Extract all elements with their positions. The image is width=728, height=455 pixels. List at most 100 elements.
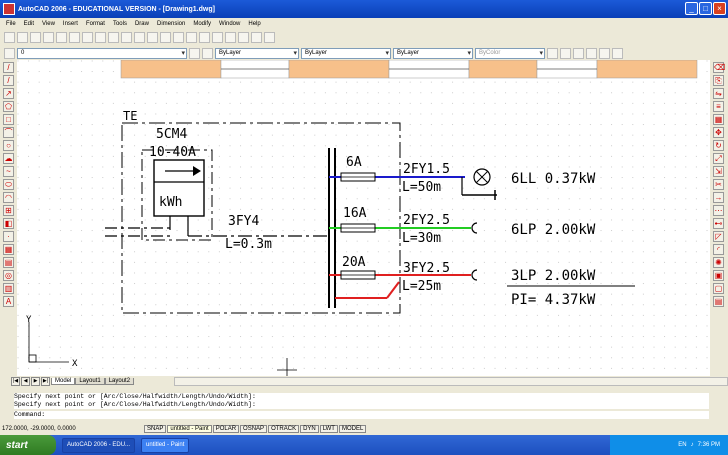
menu-modify[interactable]: Modify: [189, 21, 215, 27]
polyline-icon[interactable]: ↗: [3, 88, 14, 99]
taskbar-item-autocad[interactable]: AutoCAD 2006 - EDU...: [62, 437, 136, 453]
stretch-icon[interactable]: ⇲: [713, 166, 724, 177]
layer-previous-icon[interactable]: [202, 47, 213, 59]
hatch-icon[interactable]: ▦: [3, 244, 14, 255]
layer-tool-icon-1[interactable]: [547, 47, 558, 59]
last-tab-icon[interactable]: ▶|: [41, 377, 50, 386]
spline-icon[interactable]: ~: [3, 166, 14, 177]
horizontal-scrollbar[interactable]: [174, 377, 728, 386]
rectangle-icon[interactable]: □: [3, 114, 14, 125]
join-icon[interactable]: ⊷: [713, 218, 724, 229]
taskbar-item-paint[interactable]: untitled - Paint: [141, 437, 190, 453]
trim-icon[interactable]: ✂: [713, 179, 724, 190]
color-dropdown[interactable]: ByLayer: [215, 47, 299, 59]
calculator-icon[interactable]: [251, 32, 262, 43]
zoom-realtime-icon[interactable]: [173, 32, 184, 43]
ellipse-arc-icon[interactable]: ◠: [3, 192, 14, 203]
menu-tools[interactable]: Tools: [109, 21, 131, 27]
next-tab-icon[interactable]: ▶: [31, 377, 40, 386]
draw-order-icon[interactable]: ▣: [713, 270, 724, 281]
cut-icon[interactable]: [82, 32, 93, 43]
chamfer-icon[interactable]: ◸: [713, 231, 724, 242]
mirror-icon[interactable]: ⇋: [713, 88, 724, 99]
linetype-dropdown[interactable]: ByLayer: [301, 47, 391, 59]
pan-icon[interactable]: [160, 32, 171, 43]
snap-toggle[interactable]: SNAP: [144, 424, 167, 433]
language-indicator[interactable]: EN: [678, 442, 686, 448]
layer-tool-icon-5[interactable]: [599, 47, 610, 59]
region-icon[interactable]: ◎: [3, 270, 14, 281]
menu-insert[interactable]: Insert: [59, 21, 82, 27]
help-icon[interactable]: [264, 32, 275, 43]
layer-tool-icon-4[interactable]: [586, 47, 597, 59]
properties-icon[interactable]: [212, 32, 223, 43]
tool-palettes-icon[interactable]: [238, 32, 249, 43]
table-icon[interactable]: ▥: [3, 283, 14, 294]
rotate-icon[interactable]: ↻: [713, 140, 724, 151]
command-prompt[interactable]: Command:: [14, 411, 709, 419]
osnap-toggle[interactable]: OSNAP: [240, 424, 268, 433]
maximize-button[interactable]: □: [699, 2, 712, 15]
zoom-previous-icon[interactable]: [199, 32, 210, 43]
arc-icon[interactable]: ⌒: [3, 127, 14, 138]
explode-icon[interactable]: ✺: [713, 257, 724, 268]
menu-file[interactable]: File: [2, 21, 20, 27]
layer-dropdown[interactable]: 0: [17, 47, 187, 59]
extend-icon[interactable]: →: [713, 192, 724, 203]
tab-model[interactable]: Model: [51, 378, 76, 385]
polar-toggle[interactable]: POLAR: [212, 424, 240, 433]
layer-tool-icon-6[interactable]: [612, 47, 623, 59]
plotstyle-dropdown[interactable]: ByColor: [475, 47, 545, 59]
preview-icon[interactable]: [56, 32, 67, 43]
paste-icon[interactable]: [108, 32, 119, 43]
menu-edit[interactable]: Edit: [20, 21, 38, 27]
first-tab-icon[interactable]: |◀: [11, 377, 20, 386]
array-icon[interactable]: ▦: [713, 114, 724, 125]
circle-icon[interactable]: ○: [3, 140, 14, 151]
menu-format[interactable]: Format: [82, 21, 109, 27]
publish-icon[interactable]: [69, 32, 80, 43]
drawing-canvas[interactable]: TE 5CM4 10-40A kWh 3FY4 L=0.3m 6A 2FY1.5…: [17, 60, 710, 376]
menu-help[interactable]: Help: [244, 21, 264, 27]
design-center-icon[interactable]: [225, 32, 236, 43]
undo-icon[interactable]: [134, 32, 145, 43]
redo-icon[interactable]: [147, 32, 158, 43]
make-current-icon[interactable]: [189, 47, 200, 59]
plot-icon[interactable]: [43, 32, 54, 43]
match-properties-icon[interactable]: [121, 32, 132, 43]
insert-block-icon[interactable]: ⊞: [3, 205, 14, 216]
save-icon[interactable]: [30, 32, 41, 43]
construction-line-icon[interactable]: /: [3, 75, 14, 86]
layer-manager-icon[interactable]: [4, 47, 15, 59]
inquiry-icon[interactable]: ▢: [713, 283, 724, 294]
line-icon[interactable]: /: [3, 62, 14, 73]
layer-tool-icon-3[interactable]: [573, 47, 584, 59]
copy-icon[interactable]: [95, 32, 106, 43]
open-icon[interactable]: [17, 32, 28, 43]
polygon-icon[interactable]: ⬠: [3, 101, 14, 112]
lineweight-dropdown[interactable]: ByLayer: [393, 47, 473, 59]
viewports-icon[interactable]: ▤: [713, 296, 724, 307]
otrack-toggle[interactable]: OTRACK: [268, 424, 300, 433]
model-toggle[interactable]: MODEL: [338, 424, 367, 433]
menu-view[interactable]: View: [38, 21, 59, 27]
menu-dimension[interactable]: Dimension: [153, 21, 189, 27]
point-icon[interactable]: ·: [3, 231, 14, 242]
fillet-icon[interactable]: ◜: [713, 244, 724, 255]
scale-icon[interactable]: ⤢: [713, 153, 724, 164]
minimize-button[interactable]: _: [685, 2, 698, 15]
ellipse-icon[interactable]: ⬭: [3, 179, 14, 190]
menu-draw[interactable]: Draw: [131, 21, 153, 27]
close-button[interactable]: ×: [713, 2, 726, 15]
zoom-window-icon[interactable]: [186, 32, 197, 43]
tab-layout2[interactable]: Layout2: [104, 378, 135, 385]
start-button[interactable]: start: [0, 435, 56, 455]
prev-tab-icon[interactable]: ◀: [21, 377, 30, 386]
volume-icon[interactable]: ♪: [691, 442, 694, 448]
new-icon[interactable]: [4, 32, 15, 43]
mtext-icon[interactable]: A: [3, 296, 14, 307]
revision-cloud-icon[interactable]: ☁: [3, 153, 14, 164]
lwt-toggle[interactable]: LWT: [319, 424, 338, 433]
make-block-icon[interactable]: ◧: [3, 218, 14, 229]
tab-layout1[interactable]: Layout1: [75, 378, 105, 385]
